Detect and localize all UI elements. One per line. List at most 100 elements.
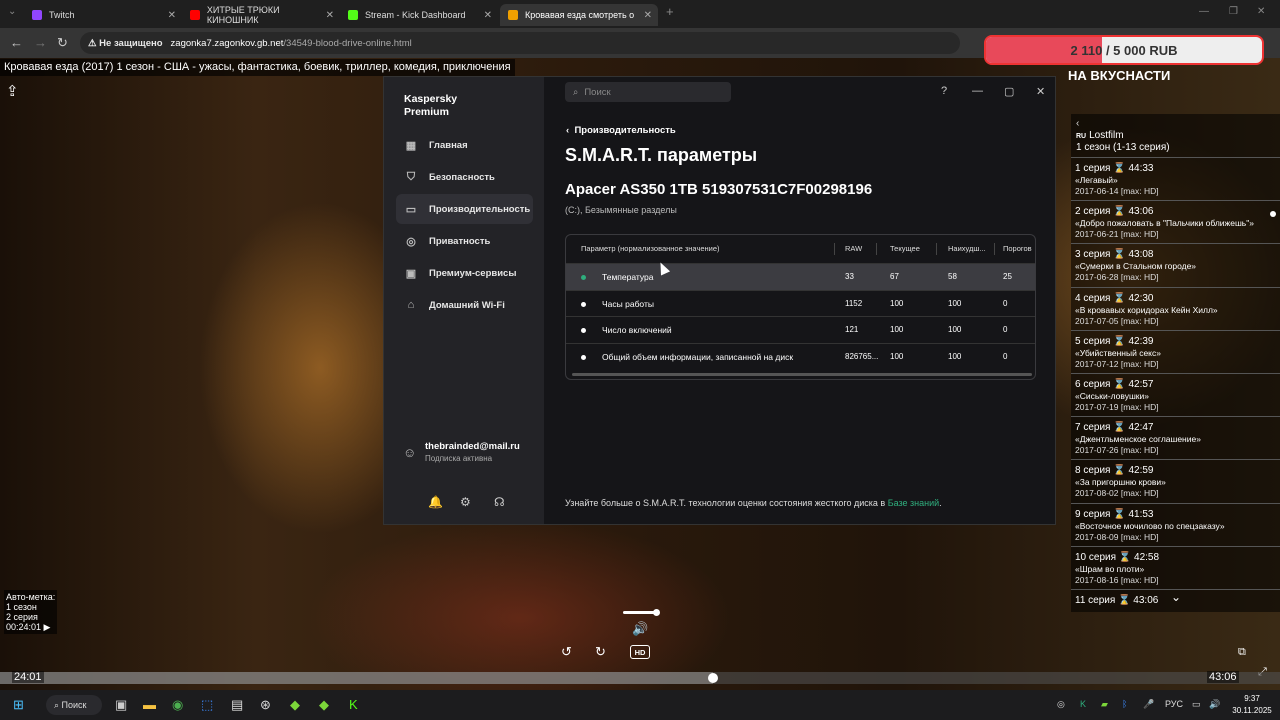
sound-icon[interactable]: 🔊 <box>1209 699 1220 710</box>
restore-icon[interactable]: ❐ <box>1229 6 1238 17</box>
not-secure-warning[interactable]: ⚠ Не защищено <box>88 38 163 49</box>
url-bar[interactable]: ⚠ Не защищено zagonka7.zagonkov.gb.net/3… <box>80 32 960 54</box>
taskbar-search[interactable]: ⌕ Поиск <box>46 695 102 715</box>
auto-mark-season: 1 сезон <box>6 602 37 612</box>
bell-icon[interactable]: 🔔 <box>428 495 443 509</box>
nav-wifi[interactable]: ⌂ Домашний Wi-Fi <box>396 290 533 320</box>
volume-slider[interactable] <box>623 611 657 614</box>
table-horizontal-scrollbar[interactable] <box>572 373 1032 376</box>
file-explorer-icon[interactable]: ▬ <box>143 697 156 712</box>
table-row[interactable]: Температура 33 67 58 25 <box>566 263 1035 290</box>
snipping-tool-icon[interactable]: ⬚ <box>201 697 213 713</box>
back-arrow-icon[interactable]: ← <box>10 35 23 50</box>
close-tab-icon[interactable]: ✕ <box>168 10 176 21</box>
column-header-raw[interactable]: RAW <box>845 244 862 253</box>
nav-privacy[interactable]: ◎ Приватность <box>396 226 533 256</box>
home-icon: ▦ <box>405 139 417 152</box>
close-window-icon[interactable]: ✕ <box>1257 6 1265 17</box>
episode-back-button[interactable]: ‹ <box>1076 118 1079 129</box>
column-header-param[interactable]: Параметр (нормализованное значение) <box>581 244 720 253</box>
app-window-icon[interactable]: ▤ <box>231 697 243 713</box>
tab-kick[interactable]: Stream - Kick Dashboard ✕ <box>340 4 498 26</box>
column-header-current[interactable]: Текущее <box>890 244 920 253</box>
episode-source[interactable]: RU Lostfilm <box>1076 130 1124 141</box>
seek-knob[interactable] <box>707 673 718 683</box>
minimize-icon[interactable]: — <box>972 85 983 97</box>
quality-button[interactable]: HD <box>630 645 650 659</box>
tray-app-icon[interactable]: ◎ <box>1057 699 1065 710</box>
nav-home[interactable]: ▦ Главная <box>396 130 533 160</box>
tab-search-icon[interactable]: ⌄ <box>8 6 16 17</box>
tab-title: ХИТРЫЕ ТРЮКИ КИНОШНИК <box>206 5 280 25</box>
security-label: Не защищено <box>99 37 163 49</box>
language-indicator[interactable]: РУС <box>1165 699 1183 709</box>
episode-item[interactable]: 3 серия ⌛ 43:08 «Сумерки в Стальном город… <box>1071 243 1280 286</box>
table-row[interactable]: Число включений 121 100 100 0 <box>566 316 1035 343</box>
episode-head: 5 серия ⌛ 42:39 <box>1075 335 1154 347</box>
search-icon: ⌕ <box>54 699 62 710</box>
network-icon[interactable]: ▭ <box>1192 699 1201 710</box>
steam-icon[interactable]: ⊛ <box>260 697 271 713</box>
nav-security[interactable]: ⛉ Безопасность <box>396 162 533 192</box>
episode-item[interactable]: 10 серия ⌛ 42:58 «Шрам во плоти» 2017-08-1… <box>1071 545 1280 589</box>
season-label: 1 сезон (1-13 серия) <box>1076 142 1170 153</box>
episode-item[interactable]: 4 серия ⌛ 42:30 «В кровавых коридорах Кей… <box>1071 286 1280 330</box>
pip-icon[interactable]: ⧉ <box>1238 646 1246 659</box>
nav-premium[interactable]: ▣ Премиум-сервисы <box>396 258 533 288</box>
chevron-down-icon[interactable]: ⌄ <box>1171 590 1181 604</box>
episode-item[interactable]: 7 серия ⌛ 42:47 «Джентльменское соглашени… <box>1071 416 1280 459</box>
current-value: 100 <box>890 352 904 362</box>
breadcrumb[interactable]: ‹ Производительность <box>566 125 676 136</box>
episode-item[interactable]: 6 серия ⌛ 42:57 «Сиськи-ловушки» 2017-07-1… <box>1071 372 1280 416</box>
close-icon[interactable]: ✕ <box>1036 85 1045 98</box>
share-icon[interactable]: ⇪ <box>6 82 19 100</box>
close-tab-icon[interactable]: ✕ <box>644 10 652 21</box>
episode-item[interactable]: 8 серия ⌛ 42:59 «За пригоршню крови» 2017-… <box>1071 459 1280 502</box>
bluetooth-icon[interactable]: ᛒ <box>1122 699 1127 709</box>
chrome-icon[interactable]: ◉ <box>172 697 183 713</box>
table-row[interactable]: Общий объем информации, записанной на ди… <box>566 343 1035 370</box>
privacy-icon: ◎ <box>406 235 416 248</box>
volume-knob[interactable] <box>653 609 660 616</box>
kaspersky-search-input[interactable]: ⌕ Поиск <box>565 82 731 102</box>
column-header-worst[interactable]: Наихудш... <box>948 244 986 253</box>
windows-taskbar: ⊞ ⌕ Поиск ▣ ▬ ◉ ⬚ ▤ ⊛ ◆ ◆ K ◎ K ▰ ᛒ 🎤 РУ… <box>0 690 1280 720</box>
reload-icon[interactable]: ↻ <box>57 35 68 51</box>
microphone-icon[interactable]: 🎤 <box>1143 699 1154 710</box>
minecraft-launcher-icon[interactable]: ◆ <box>319 697 329 713</box>
episode-item[interactable]: 5 серия ⌛ 42:39 «Убийственный секс» 2017-0… <box>1071 329 1280 373</box>
support-headset-icon[interactable]: ☊ <box>494 495 505 509</box>
volume-icon[interactable]: 🔊 <box>632 621 648 637</box>
nvidia-tray-icon[interactable]: ▰ <box>1101 699 1108 710</box>
forward-arrow-icon[interactable]: → <box>34 35 47 50</box>
rewind-icon[interactable]: ↺ <box>561 644 572 660</box>
current-value: 100 <box>890 325 904 335</box>
minimize-icon[interactable]: — <box>1199 6 1209 17</box>
episode-item[interactable]: 9 серия ⌛ 41:53 «Восточное мочилово по сп… <box>1071 502 1280 546</box>
forward-icon[interactable]: ↻ <box>595 644 606 660</box>
maximize-icon[interactable]: ▢ <box>1004 85 1014 98</box>
close-tab-icon[interactable]: ✕ <box>484 10 492 21</box>
close-tab-icon[interactable]: ✕ <box>326 10 334 21</box>
kaspersky-tray-icon[interactable]: K <box>1080 699 1086 709</box>
kaspersky-taskbar-icon[interactable]: K <box>349 697 358 712</box>
column-header-threshold[interactable]: Порогов <box>1003 244 1032 253</box>
tab-zagonka[interactable]: Кровавая езда смотреть о ✕ <box>500 4 658 26</box>
taskbar-clock[interactable]: 9:37 30.11.2025 <box>1228 693 1276 717</box>
table-row[interactable]: Часы работы 1152 100 100 0 <box>566 289 1035 317</box>
episode-item[interactable]: 1 серия ⌛ 44:33 «Легавый» 2017-06-14 [max:… <box>1071 157 1280 200</box>
episode-item[interactable]: 2 серия ⌛ 43:06 «Добро пожаловать в "Паль… <box>1071 200 1280 243</box>
gear-icon[interactable]: ⚙ <box>460 495 471 509</box>
windows-start-icon[interactable]: ⊞ <box>13 697 24 713</box>
raw-value: 121 <box>845 325 859 335</box>
auto-mark[interactable]: Авто-метка: 1 сезон 2 серия 00:24:01 ▶ <box>4 590 58 634</box>
task-view-icon[interactable]: ▣ <box>115 697 127 713</box>
tab-twitch[interactable]: Twitch ✕ <box>24 4 182 26</box>
threshold-value: 0 <box>1003 352 1008 362</box>
new-tab-icon[interactable]: + <box>666 4 674 19</box>
tab-youtube[interactable]: ХИТРЫЕ ТРЮКИ КИНОШНИК ✕ <box>182 4 340 26</box>
nav-performance[interactable]: ▭ Производительность <box>396 194 533 224</box>
help-icon[interactable]: ? <box>941 85 947 97</box>
minecraft-icon[interactable]: ◆ <box>290 697 300 713</box>
knowledge-base-link[interactable]: Базе знаний <box>888 498 939 508</box>
